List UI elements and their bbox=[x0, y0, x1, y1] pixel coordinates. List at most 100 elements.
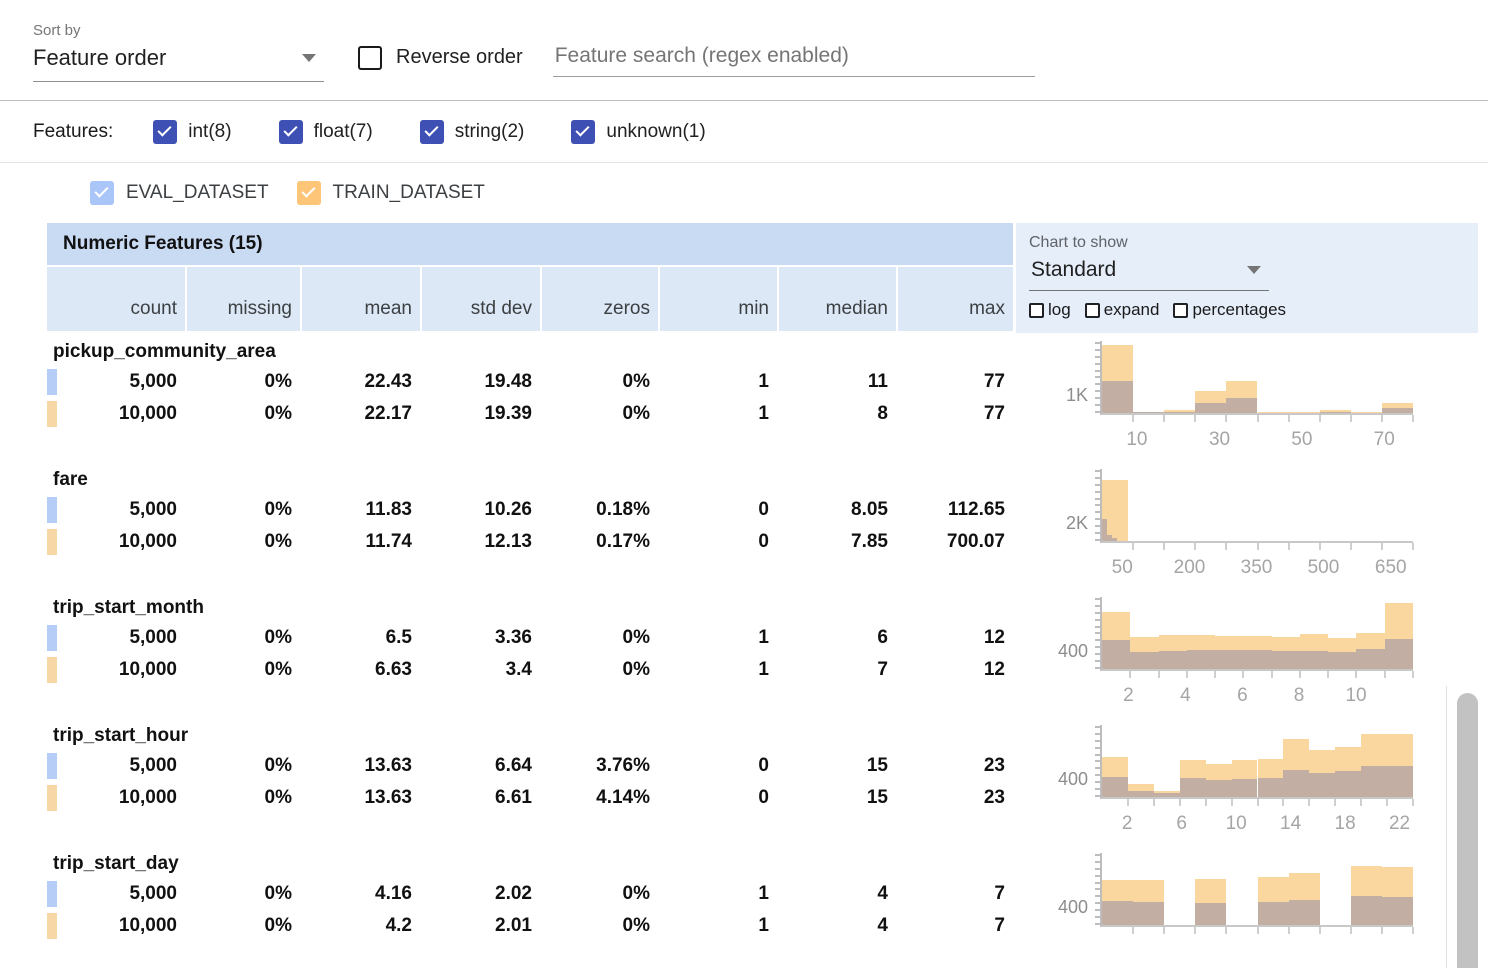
x-axis-tick-label: 2 bbox=[1123, 685, 1134, 707]
feature-histogram: 1K10305070 bbox=[1016, 333, 1481, 461]
y-axis-tick bbox=[1095, 491, 1100, 493]
stat-cell: 23 bbox=[896, 755, 1013, 777]
eval-stats-row: 5,0000%22.4319.480%11177 bbox=[47, 366, 1013, 398]
train-dataset-checkbox[interactable] bbox=[297, 181, 321, 205]
y-axis-tick bbox=[1095, 861, 1100, 863]
y-axis-tick bbox=[1095, 370, 1100, 372]
x-axis-tick bbox=[1127, 799, 1129, 806]
scrollbar-track[interactable] bbox=[1446, 686, 1488, 968]
int-checkbox[interactable] bbox=[153, 120, 177, 144]
float-checkbox[interactable] bbox=[279, 120, 303, 144]
stat-cell: 6.63 bbox=[300, 659, 420, 681]
histogram-plot[interactable] bbox=[1100, 597, 1413, 671]
x-axis-tick bbox=[1288, 415, 1290, 422]
train-color-chip bbox=[47, 785, 57, 811]
y-axis-tick bbox=[1095, 383, 1100, 385]
x-axis-tick bbox=[1129, 671, 1131, 678]
y-axis-label: 400 bbox=[1016, 853, 1088, 927]
column-header-min: min bbox=[658, 267, 777, 331]
histogram-plot[interactable] bbox=[1100, 469, 1413, 543]
x-axis-tick-label: 70 bbox=[1374, 429, 1395, 451]
stat-cell: 5,000 bbox=[47, 627, 185, 649]
feature-stats: pickup_community_area5,0000%22.4319.480%… bbox=[47, 333, 1013, 461]
x-axis-tick bbox=[1381, 415, 1383, 422]
percentages-label: percentages bbox=[1192, 300, 1286, 320]
chart-type-select[interactable]: Standard bbox=[1029, 254, 1269, 291]
histogram-plot[interactable] bbox=[1100, 341, 1413, 415]
dataset-eval[interactable]: EVAL_DATASET bbox=[90, 181, 269, 205]
x-axis-tick-label: 30 bbox=[1209, 429, 1230, 451]
x-axis-tick bbox=[1319, 415, 1321, 422]
train-stats-row: 10,0000%13.636.614.14%01523 bbox=[47, 782, 1013, 814]
sort-order-select[interactable]: Feature order bbox=[33, 45, 324, 82]
stat-cell: 3.4 bbox=[420, 659, 540, 681]
stat-cell: 11.83 bbox=[300, 499, 420, 521]
x-axis-tick-label: 350 bbox=[1241, 557, 1273, 579]
eval-color-chip bbox=[47, 369, 57, 395]
overlap-bar bbox=[1102, 381, 1133, 413]
filter-int[interactable]: int(8) bbox=[153, 120, 231, 144]
y-axis-tick bbox=[1095, 511, 1100, 513]
x-axis-tick bbox=[1412, 671, 1414, 678]
stat-cell: 7 bbox=[896, 915, 1013, 937]
dataset-train[interactable]: TRAIN_DATASET bbox=[297, 181, 485, 205]
y-axis-tick bbox=[1095, 376, 1100, 378]
x-axis-tick bbox=[1225, 415, 1227, 422]
eval-stats-row: 5,0000%6.53.360%1612 bbox=[47, 622, 1013, 654]
stat-cell: 6.64 bbox=[420, 755, 540, 777]
train-bar bbox=[1289, 412, 1320, 413]
x-axis-tick-label: 200 bbox=[1174, 557, 1206, 579]
stat-cell: 1 bbox=[658, 403, 777, 425]
stat-cell: 700.07 bbox=[896, 531, 1013, 553]
eval-dataset-checkbox[interactable] bbox=[90, 181, 114, 205]
x-axis-labels: 2610141822 bbox=[1100, 813, 1413, 837]
histogram-plot[interactable] bbox=[1100, 853, 1413, 927]
overlap-bar bbox=[1320, 412, 1351, 413]
column-header-mean: mean bbox=[300, 267, 420, 331]
scrollbar-thumb[interactable] bbox=[1457, 693, 1478, 968]
x-axis-tick bbox=[1158, 671, 1160, 678]
overlap-bar bbox=[1195, 403, 1226, 413]
histogram-plot[interactable] bbox=[1100, 725, 1413, 799]
feature-search-input[interactable] bbox=[553, 40, 1035, 76]
column-header-median: median bbox=[777, 267, 896, 331]
y-axis-tick bbox=[1095, 349, 1100, 351]
train-bar bbox=[1351, 412, 1382, 413]
overlap-bar bbox=[1226, 398, 1257, 413]
stat-cell: 0% bbox=[540, 403, 658, 425]
filter-string[interactable]: string(2) bbox=[420, 120, 525, 144]
x-axis-tick bbox=[1412, 927, 1414, 934]
expand-checkbox[interactable] bbox=[1085, 303, 1100, 318]
x-axis-tick bbox=[1132, 415, 1134, 422]
y-axis-tick bbox=[1095, 477, 1100, 479]
eval-stats-row: 5,0000%4.162.020%147 bbox=[47, 878, 1013, 910]
y-axis-tick bbox=[1095, 411, 1100, 413]
y-axis-tick bbox=[1095, 605, 1100, 607]
log-checkbox[interactable] bbox=[1029, 303, 1044, 318]
stat-cell: 12.13 bbox=[420, 531, 540, 553]
stat-cell: 13.63 bbox=[300, 755, 420, 777]
stat-cell: 13.63 bbox=[300, 787, 420, 809]
y-axis-tick bbox=[1095, 397, 1100, 399]
stat-cell: 0% bbox=[185, 531, 300, 553]
string-checkbox[interactable] bbox=[420, 120, 444, 144]
train-color-chip bbox=[47, 401, 57, 427]
stat-cell: 12 bbox=[896, 659, 1013, 681]
x-axis-tick-label: 10 bbox=[1345, 685, 1366, 707]
stat-cell: 4 bbox=[777, 883, 896, 905]
filter-unknown[interactable]: unknown(1) bbox=[571, 120, 705, 144]
unknown-checkbox[interactable] bbox=[571, 120, 595, 144]
y-axis-tick bbox=[1095, 916, 1100, 918]
stat-cell: 0% bbox=[185, 915, 300, 937]
reverse-order-checkbox[interactable] bbox=[358, 46, 382, 70]
x-axis-tick bbox=[1299, 671, 1301, 678]
stat-cell: 0 bbox=[658, 499, 777, 521]
feature-name: trip_start_month bbox=[47, 594, 1013, 622]
filter-float[interactable]: float(7) bbox=[279, 120, 373, 144]
y-axis-tick bbox=[1095, 740, 1100, 742]
percentages-checkbox[interactable] bbox=[1173, 303, 1188, 318]
overlap-bar bbox=[1195, 903, 1226, 925]
x-axis-tick bbox=[1381, 543, 1383, 550]
x-axis-tick bbox=[1257, 799, 1259, 806]
y-axis-tick bbox=[1095, 539, 1100, 541]
